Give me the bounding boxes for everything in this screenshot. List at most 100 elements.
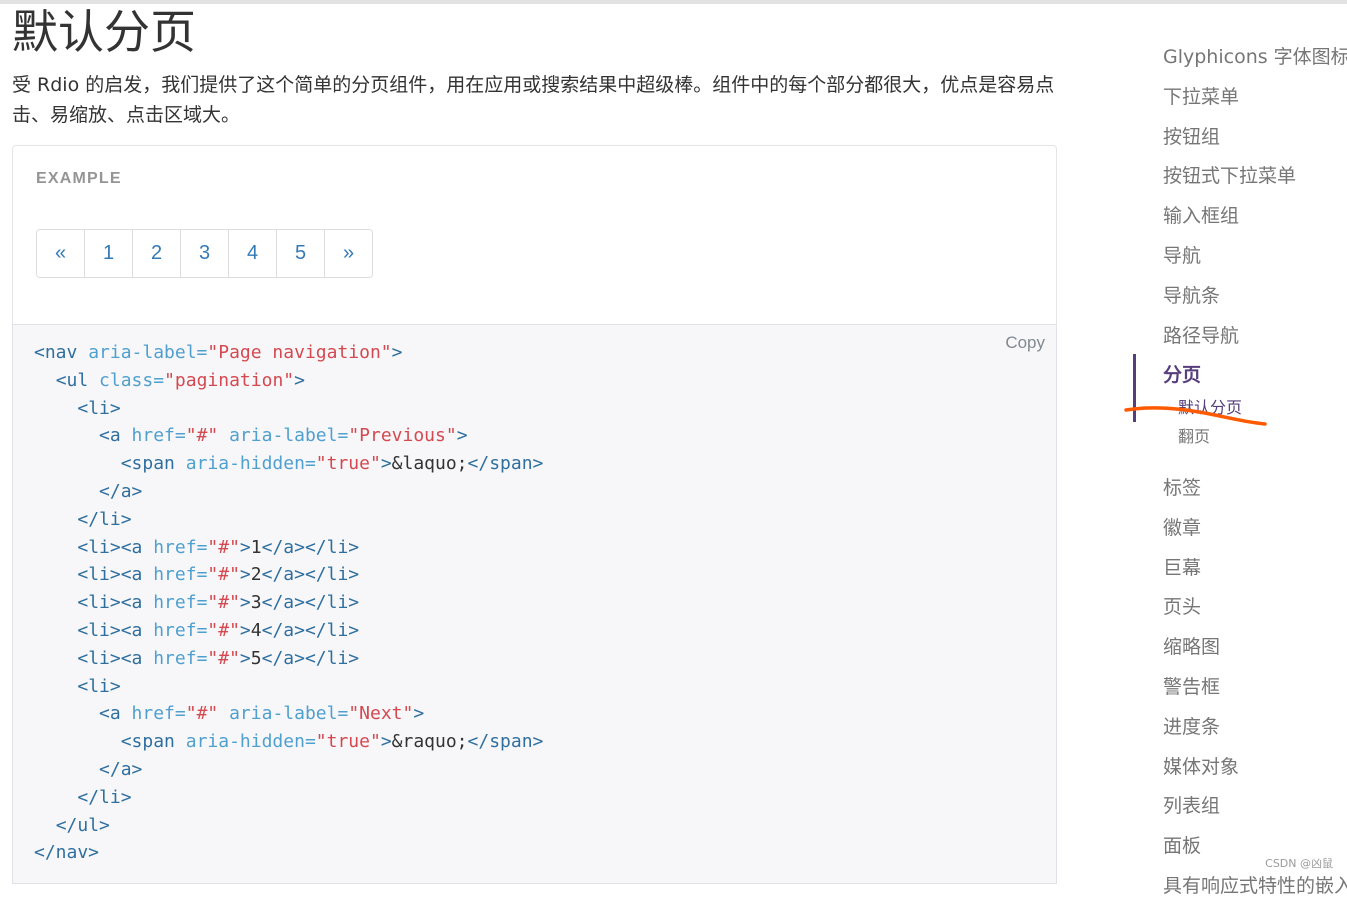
sidebar-item[interactable]: 导航 [1163, 241, 1201, 268]
code-token: 5 [250, 647, 262, 669]
sidebar-item[interactable]: 路径导航 [1163, 321, 1239, 348]
code-token: <li><a [77, 592, 154, 614]
code-token: </li> [77, 786, 132, 808]
code-token: "pagination" [164, 369, 295, 391]
code-token: "#" [207, 647, 240, 669]
code-token: href= [131, 425, 186, 447]
sidebar-item[interactable]: 按钮式下拉菜单 [1163, 161, 1296, 188]
code-token: "Page navigation" [207, 342, 392, 363]
code-line: <a href="#" aria-label="Previous"> [34, 425, 468, 446]
watermark: CSDN @凶鼠 [1265, 857, 1333, 870]
code-token: "#" [207, 592, 240, 614]
code-line: <li><a href="#">4</a></li> [34, 620, 359, 641]
code-token: </a> [99, 480, 143, 502]
code-token: </span> [467, 453, 544, 475]
sidebar-item[interactable]: 标签 [1163, 473, 1201, 500]
code-token: </a> [99, 758, 143, 780]
code-token: "Previous" [348, 425, 457, 447]
page-prev-link[interactable]: « [37, 230, 84, 277]
code-token: > [413, 703, 425, 725]
code-line: </ul> [34, 815, 110, 836]
page-4-link[interactable]: 4 [228, 230, 276, 277]
code-line: <span aria-hidden="true">&laquo;</span> [34, 453, 544, 475]
lead-paragraph: 受 Rdio 的启发，我们提供了这个简单的分页组件，用在应用或搜索结果中超级棒。… [12, 74, 1055, 126]
code-line: <ul class="pagination"> [34, 370, 305, 391]
copy-button[interactable]: Copy [1005, 333, 1045, 353]
sidebar-item[interactable]: 列表组 [1163, 791, 1220, 818]
code-token: <span [120, 731, 186, 753]
code-token: 4 [250, 619, 262, 641]
page-title: 默认分页 [12, 5, 196, 59]
sidebar-item[interactable]: 下拉菜单 [1163, 82, 1239, 109]
page-1-link[interactable]: 1 [84, 230, 132, 277]
sidebar-item[interactable]: 巨幕 [1163, 553, 1201, 580]
page-3-link[interactable]: 3 [180, 230, 228, 277]
code-token: aria-label= [229, 425, 349, 447]
sidebar-item[interactable]: 进度条 [1163, 712, 1220, 739]
code-token: <a [99, 425, 132, 447]
sidebar-item[interactable]: 输入框组 [1163, 201, 1239, 228]
sidebar-item[interactable]: 媒体对象 [1163, 752, 1239, 779]
code-token: </a></li> [261, 619, 360, 641]
code-line: </a> [34, 481, 142, 502]
code-token: <li> [77, 675, 121, 697]
sidebar-item[interactable]: 缩略图 [1163, 632, 1220, 659]
code-token: > [239, 647, 251, 669]
page-next-link[interactable]: » [324, 230, 372, 277]
code-token: href= [153, 564, 208, 586]
code-token: class= [99, 369, 165, 391]
code-line: <li><a href="#">5</a></li> [34, 648, 359, 669]
code-token: </a></li> [261, 536, 360, 558]
code-token: <li><a [77, 619, 154, 641]
code-line: <li> [34, 398, 120, 419]
pagination: « 1 2 3 4 5 » [36, 229, 373, 278]
code-token: "true" [315, 453, 381, 475]
code-line: <a href="#" aria-label="Next"> [34, 703, 424, 724]
code-token: href= [153, 619, 208, 641]
code-token: > [239, 619, 251, 641]
sidebar-item[interactable]: 面板 [1163, 831, 1201, 858]
sidebar-item[interactable]: 导航条 [1163, 281, 1220, 308]
code-token: > [456, 425, 468, 447]
sidebar-item[interactable]: 具有响应式特性的嵌入内容 [1163, 871, 1347, 898]
code-token: &laquo; [391, 453, 468, 475]
hand-drawn-underline [1124, 406, 1267, 426]
code-line: <li><a href="#">1</a></li> [34, 537, 359, 558]
code-token: "#" [207, 619, 240, 641]
code-token: > [239, 564, 251, 586]
code-token: &raquo; [391, 731, 468, 753]
code-token: </nav> [34, 842, 100, 864]
code-token: aria-hidden= [185, 453, 316, 475]
code-line: <nav aria-label="Page navigation"> [34, 342, 402, 363]
sidebar-item[interactable]: 按钮组 [1163, 122, 1220, 149]
code-token: href= [153, 592, 208, 614]
code-line: </nav> [34, 842, 99, 863]
code-listing: <nav aria-label="Page navigation"> <ul c… [34, 339, 543, 867]
page-5-link[interactable]: 5 [276, 230, 324, 277]
example-panel: EXAMPLE « 1 2 3 4 5 » [12, 145, 1057, 325]
page-2-link[interactable]: 2 [132, 230, 180, 277]
code-token: "#" [207, 564, 240, 586]
code-token: <nav [34, 342, 89, 363]
code-token: "Next" [348, 703, 414, 725]
sidebar-item[interactable]: Glyphicons 字体图标 [1163, 42, 1347, 69]
sidebar-item[interactable]: 徽章 [1163, 513, 1201, 540]
sidebar-item[interactable]: 警告框 [1163, 672, 1220, 699]
code-line: <li><a href="#">2</a></li> [34, 564, 359, 585]
sidebar-item[interactable]: 页头 [1163, 592, 1201, 619]
sidebar-item[interactable]: 分页 [1163, 360, 1201, 387]
code-token: <ul [55, 369, 100, 391]
code-token: href= [131, 703, 186, 725]
code-token: href= [153, 647, 208, 669]
